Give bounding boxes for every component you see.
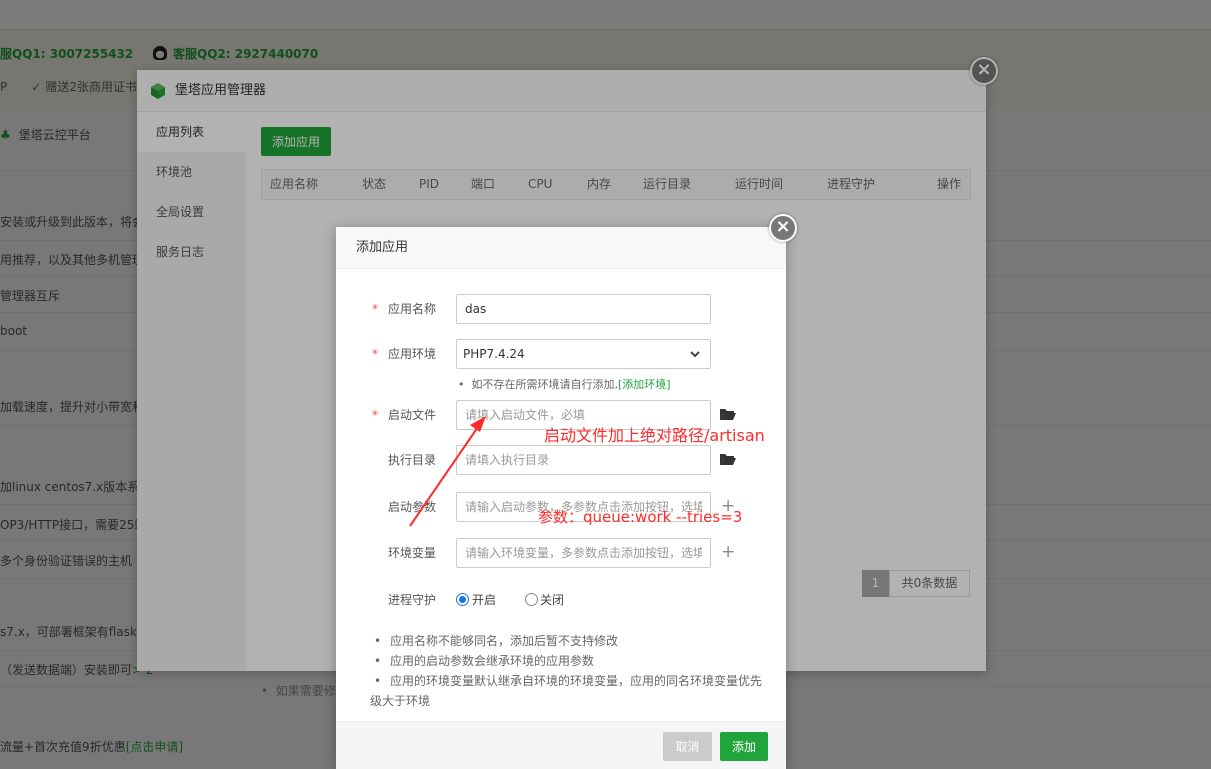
add-app-dialog: 添加应用 * 应用名称 * 应用环境 PHP7.4.24 • 如不存在所需环境请…	[336, 227, 786, 769]
daemon-on-label[interactable]: 开启	[472, 585, 496, 615]
add-env-link[interactable]: [添加环境]	[618, 378, 671, 391]
app-env-select[interactable]: PHP7.4.24	[456, 339, 711, 369]
form-row-env-vars: 环境变量 +	[336, 538, 786, 568]
close-dialog-button[interactable]: ×	[769, 214, 797, 242]
daemon-on-radio[interactable]	[456, 593, 469, 606]
required-mark: *	[372, 408, 378, 422]
form-label: 环境变量	[388, 546, 437, 560]
daemon-off-label[interactable]: 关闭	[540, 585, 564, 615]
dialog-footer: 取消 添加	[336, 721, 786, 769]
submit-add-button[interactable]: 添加	[720, 732, 768, 761]
chevron-down-icon	[690, 351, 700, 358]
daemon-off-radio[interactable]	[525, 593, 538, 606]
note-item: 应用的环境变量默认继承自环境的环境变量，应用的同名环境变量优先	[370, 671, 766, 691]
form-row-daemon: 进程守护 开启 关闭	[336, 585, 786, 615]
required-mark: *	[372, 302, 378, 316]
add-env-var-plus-icon[interactable]: +	[721, 538, 735, 566]
form-row-env: * 应用环境 PHP7.4.24	[336, 339, 786, 369]
dialog-title: 添加应用	[336, 227, 786, 269]
annotation-params: 参数：queue:work --tries=3	[538, 508, 743, 526]
folder-open-icon[interactable]	[719, 450, 737, 468]
app-name-input[interactable]	[456, 294, 711, 324]
folder-open-icon[interactable]	[719, 405, 737, 423]
required-mark: *	[372, 347, 378, 361]
form-label: 应用环境	[388, 347, 437, 361]
exec-dir-input[interactable]	[456, 445, 711, 475]
note-item: 应用的启动参数会继承环境的应用参数	[370, 651, 766, 671]
env-vars-input[interactable]	[456, 538, 711, 568]
form-row-name: * 应用名称	[336, 294, 786, 324]
form-row-exec-dir: 执行目录	[336, 445, 786, 475]
annotation-start-file: 启动文件加上绝对路径/artisan	[544, 426, 765, 445]
form-label: 启动参数	[388, 500, 437, 514]
form-label: 执行目录	[388, 453, 437, 467]
note-item: 应用名称不能够同名，添加后暂不支持修改	[370, 631, 766, 651]
dialog-notes: 应用名称不能够同名，添加后暂不支持修改 应用的启动参数会继承环境的应用参数 应用…	[370, 631, 766, 711]
form-label: 启动文件	[388, 408, 437, 422]
form-label: 应用名称	[388, 302, 437, 316]
env-tip: • 如不存在所需环境请自行添加,[添加环境]	[458, 378, 671, 391]
note-item: 级大于环境	[370, 694, 431, 708]
form-label: 进程守护	[388, 593, 437, 607]
cancel-button[interactable]: 取消	[663, 732, 712, 761]
